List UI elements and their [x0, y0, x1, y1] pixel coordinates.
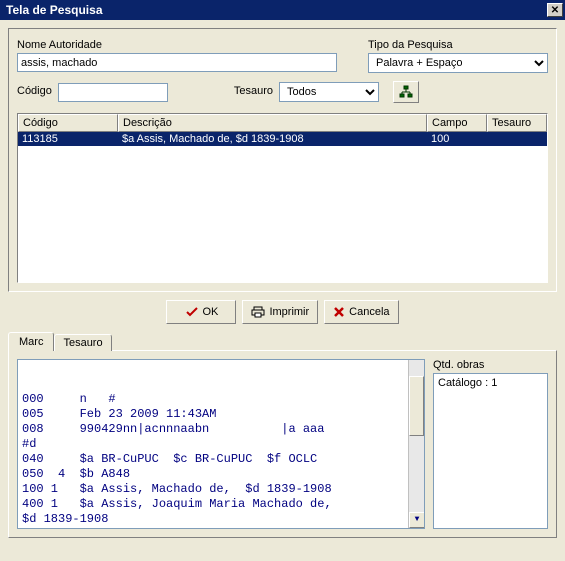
cell-tesauro — [487, 132, 547, 146]
nome-label: Nome Autoridade — [17, 39, 348, 51]
cancela-label: Cancela — [349, 306, 389, 318]
tesauro-label: Tesauro — [234, 85, 273, 97]
scrollbar[interactable]: ▲ ▼ — [408, 360, 424, 528]
imprimir-label: Imprimir — [269, 306, 309, 318]
bottom-panel: 000 n # 005 Feb 23 2009 11:43AM 008 9904… — [8, 350, 557, 538]
x-icon — [333, 306, 345, 318]
marc-text: 000 n # 005 Feb 23 2009 11:43AM 008 9904… — [22, 392, 420, 529]
tesauro-select[interactable]: Todos — [279, 82, 379, 102]
check-icon — [185, 306, 199, 318]
qtd-box: Qtd. obras Catálogo : 1 — [433, 359, 548, 529]
cell-codigo: 113185 — [18, 132, 118, 146]
scroll-down-icon[interactable]: ▼ — [409, 512, 425, 528]
tipo-label: Tipo da Pesquisa — [368, 39, 548, 51]
tipo-select[interactable]: Palavra + Espaço — [368, 53, 548, 73]
gh-descricao[interactable]: Descrição — [118, 114, 427, 132]
scroll-thumb[interactable] — [409, 376, 424, 436]
search-group: Nome Autoridade Tipo da Pesquisa Palavra… — [8, 28, 557, 292]
results-grid: Código Descrição Campo Tesauro 113185 $a… — [17, 113, 548, 283]
ok-button[interactable]: OK — [166, 300, 236, 324]
gh-tesauro[interactable]: Tesauro — [487, 114, 547, 132]
nome-input[interactable] — [17, 53, 337, 72]
codigo-input[interactable] — [58, 83, 168, 102]
grid-header: Código Descrição Campo Tesauro — [18, 114, 547, 132]
tabbar: Marc Tesauro — [8, 332, 557, 351]
tab-tesauro[interactable]: Tesauro — [54, 334, 111, 351]
marc-textarea[interactable]: 000 n # 005 Feb 23 2009 11:43AM 008 9904… — [17, 359, 425, 529]
close-button[interactable]: ✕ — [547, 3, 563, 17]
printer-icon — [251, 306, 265, 318]
cell-descricao: $a Assis, Machado de, $d 1839-1908 — [118, 132, 427, 146]
button-row: OK Imprimir Cancela — [8, 300, 557, 324]
qtd-value: Catálogo : 1 — [433, 373, 548, 529]
gh-campo[interactable]: Campo — [427, 114, 487, 132]
qtd-label: Qtd. obras — [433, 359, 548, 371]
cell-campo: 100 — [427, 132, 487, 146]
tab-marc[interactable]: Marc — [8, 332, 54, 351]
titlebar: Tela de Pesquisa ✕ — [0, 0, 565, 20]
ok-label: OK — [203, 306, 219, 318]
cancela-button[interactable]: Cancela — [324, 300, 398, 324]
window-title: Tela de Pesquisa — [6, 3, 103, 17]
hierarchy-icon — [399, 85, 413, 99]
gh-codigo[interactable]: Código — [18, 114, 118, 132]
codigo-label: Código — [17, 85, 52, 97]
imprimir-button[interactable]: Imprimir — [242, 300, 318, 324]
grid-row[interactable]: 113185 $a Assis, Machado de, $d 1839-190… — [18, 132, 547, 146]
hierarchy-button[interactable] — [393, 81, 419, 103]
